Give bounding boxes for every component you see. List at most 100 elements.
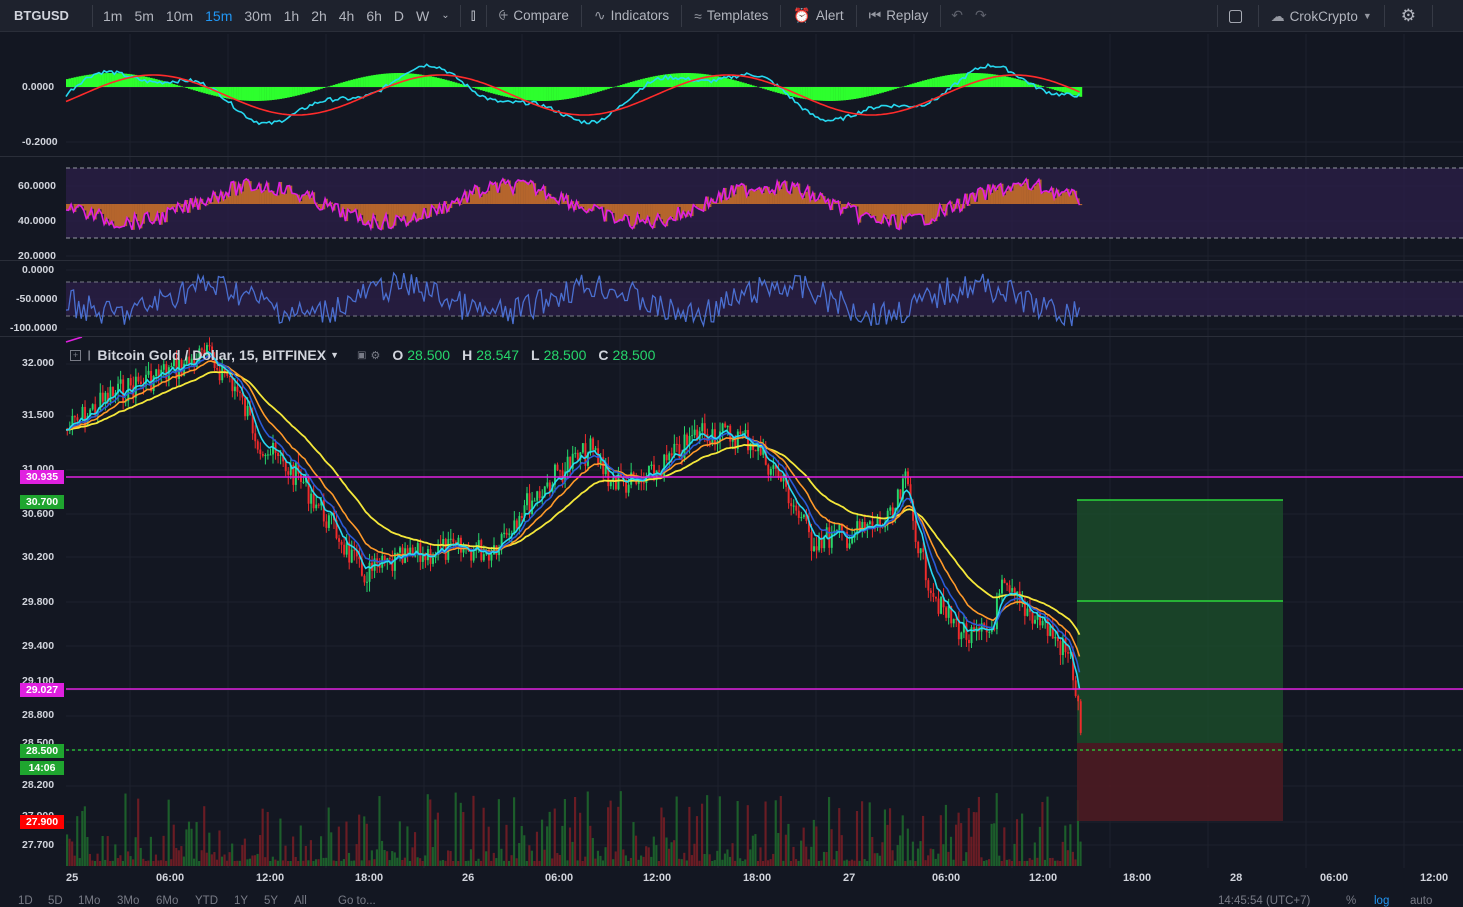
pane-divider[interactable]	[0, 336, 1463, 337]
volume-bar	[213, 852, 216, 866]
macd-histogram-bar	[243, 87, 247, 101]
macd-histogram-bar	[248, 87, 252, 101]
volume-bar	[675, 796, 678, 866]
macd-histogram-bar	[871, 87, 874, 96]
bar-countdown-tag: 14:06	[20, 761, 64, 775]
macd-histogram-bar	[347, 80, 351, 87]
range-6mo[interactable]: 6Mo	[156, 895, 178, 907]
log-toggle[interactable]: log	[1374, 895, 1389, 907]
volume-bar	[495, 858, 498, 866]
macd-histogram-bar	[883, 87, 887, 92]
range-ytd[interactable]: YTD	[195, 895, 218, 907]
high-value: 28.547	[476, 347, 520, 363]
candle-body	[701, 423, 704, 432]
close-value: 28.500	[612, 347, 656, 363]
macd-histogram-bar	[568, 87, 572, 99]
volume-bar	[645, 846, 648, 866]
macd-histogram-bar	[896, 87, 900, 89]
candle-body	[686, 434, 688, 446]
macd-histogram-bar	[289, 87, 293, 97]
volume-bar	[673, 840, 676, 866]
rsi-histogram-bar	[1048, 192, 1052, 204]
volume-bar	[543, 849, 546, 866]
candle-body	[767, 464, 770, 475]
eye-icon[interactable]: ▣	[357, 350, 366, 361]
rsi-histogram-bar	[375, 204, 379, 222]
candle-body	[277, 452, 280, 457]
range-3mo[interactable]: 3Mo	[117, 895, 139, 907]
macd-histogram-bar	[1079, 87, 1083, 97]
macd-histogram-bar	[599, 87, 603, 92]
macd-histogram-bar	[767, 87, 770, 91]
macd-histogram-bar	[1036, 84, 1040, 87]
volume-bar	[746, 805, 749, 866]
volume-bar	[342, 859, 345, 866]
volume-bar	[919, 841, 922, 866]
macd-histogram-bar	[109, 73, 112, 87]
macd-histogram-bar	[426, 75, 430, 87]
macd-histogram-bar	[601, 87, 605, 91]
rsi-histogram-bar	[1059, 195, 1062, 204]
volume-bar	[289, 860, 292, 866]
percent-toggle[interactable]: %	[1346, 895, 1356, 907]
drag-handle-icon[interactable]: ❙	[85, 350, 93, 361]
macd-histogram-bar	[927, 79, 930, 87]
candle-body	[937, 598, 940, 614]
chart-canvas[interactable]	[0, 0, 1463, 907]
pane-divider[interactable]	[0, 156, 1463, 157]
macd-histogram-bar	[734, 80, 737, 87]
volume-bar	[863, 859, 866, 866]
candle-body	[787, 486, 790, 504]
candle-body	[73, 415, 76, 418]
range-1d[interactable]: 1D	[18, 895, 33, 907]
candle-body	[919, 548, 922, 554]
range-5d[interactable]: 5D	[48, 895, 63, 907]
macd-histogram-bar	[452, 81, 455, 87]
volume-bar	[193, 858, 196, 866]
candle-body	[797, 510, 800, 518]
range-5y[interactable]: 5Y	[264, 895, 278, 907]
goto-button[interactable]: Go to...	[338, 895, 376, 907]
settings-icon[interactable]: ⚙	[370, 349, 380, 362]
macd-histogram-bar	[619, 84, 623, 87]
macd-histogram-bar	[276, 87, 280, 100]
volume-bar	[165, 860, 168, 866]
volume-bar	[883, 809, 887, 866]
candle-body	[1006, 583, 1009, 586]
volume-bar	[881, 842, 884, 866]
macd-histogram-bar	[886, 87, 890, 92]
candle-body	[294, 462, 297, 485]
macd-histogram-bar	[172, 84, 176, 87]
rsi-histogram-bar	[347, 204, 351, 210]
volume-bar	[472, 795, 475, 866]
volume-bar	[350, 860, 353, 866]
volume-bar	[612, 859, 615, 866]
macd-histogram-bar	[607, 87, 610, 89]
macd-histogram-bar	[909, 84, 913, 87]
volume-bar	[220, 856, 224, 866]
volume-bar	[591, 837, 594, 866]
collapse-icon[interactable]: +	[70, 349, 81, 361]
macd-histogram-bar	[1003, 76, 1006, 87]
range-all[interactable]: All	[294, 895, 307, 907]
rsi-histogram-bar	[932, 204, 935, 220]
range-1y[interactable]: 1Y	[234, 895, 248, 907]
pane-divider[interactable]	[0, 260, 1463, 261]
macd-histogram-bar	[761, 87, 765, 89]
volume-bar	[490, 860, 493, 866]
chevron-down-icon[interactable]: ▼	[330, 350, 339, 360]
candle-body	[790, 503, 793, 507]
macd-histogram-bar	[728, 79, 732, 87]
volume-bar	[332, 860, 335, 866]
volume-bar	[807, 859, 810, 866]
macd-histogram-bar	[299, 87, 303, 95]
macd-histogram-bar	[589, 87, 592, 94]
macd-histogram-bar	[596, 87, 600, 92]
macd-histogram-bar	[911, 83, 915, 87]
candle-body	[340, 541, 343, 545]
symbol-title[interactable]: Bitcoin Gold / Dollar, 15, BITFINEX	[97, 347, 326, 363]
time-axis-label: 27	[843, 872, 856, 884]
range-1mo[interactable]: 1Mo	[78, 895, 100, 907]
volume-bar	[586, 791, 589, 866]
auto-toggle[interactable]: auto	[1410, 895, 1432, 907]
